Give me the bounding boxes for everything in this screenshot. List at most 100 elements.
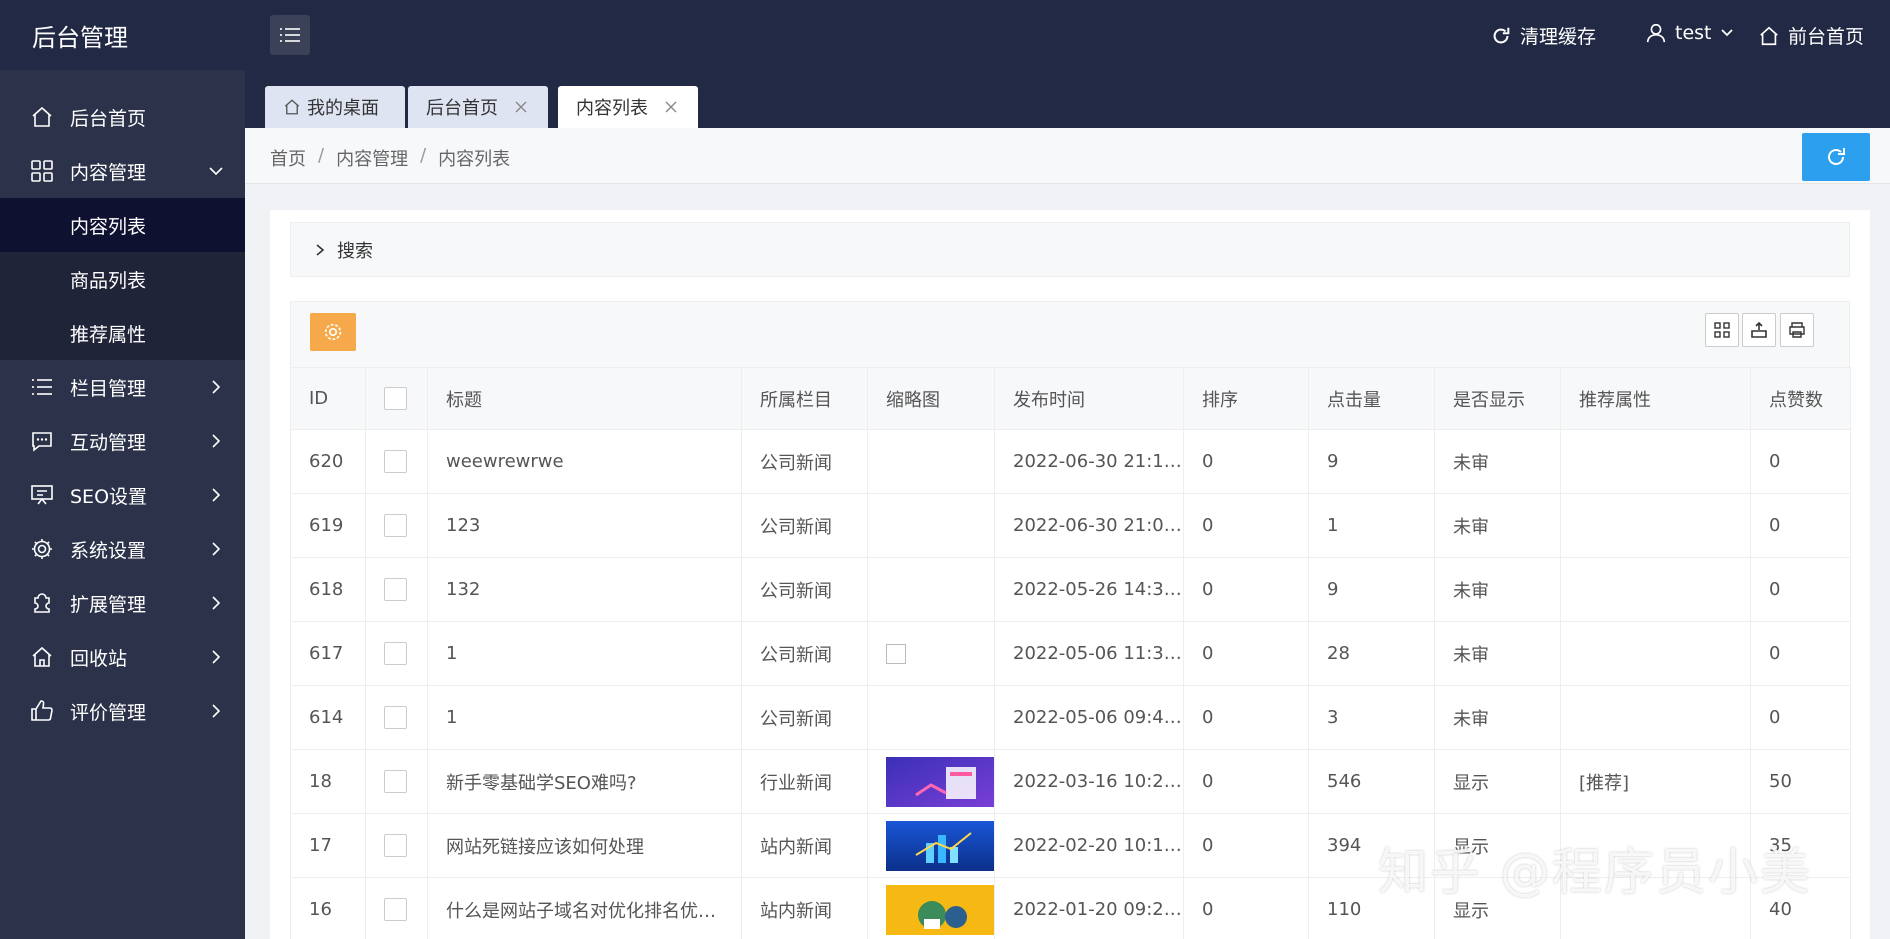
cell-id: 18 xyxy=(290,749,366,814)
breadcrumb-separator: / xyxy=(318,145,325,166)
close-icon[interactable] xyxy=(514,100,528,114)
row-checkbox[interactable] xyxy=(384,898,407,921)
close-icon[interactable] xyxy=(664,100,678,114)
print-button[interactable] xyxy=(1780,313,1814,347)
sidebar-item-content[interactable]: 内容管理 xyxy=(0,144,245,198)
table-row[interactable]: 619 123 公司新闻 2022-06-30 21:0… 0 1 未审 0 xyxy=(290,493,1851,558)
sidebar-item-product-list[interactable]: 商品列表 xyxy=(0,252,245,306)
clear-cache-button[interactable]: 清理缓存 xyxy=(1490,22,1596,49)
sidebar-item-label: 扩展管理 xyxy=(70,593,147,616)
thumbnail-image[interactable] xyxy=(886,756,994,807)
table-row[interactable]: 18 新手零基础学SEO难吗? 行业新闻 2022-03-16 10:2… 0 … xyxy=(290,749,1851,814)
breadcrumb: 首页 / 内容管理 / 内容列表 xyxy=(270,145,510,171)
cell-show: 未审 xyxy=(1434,685,1561,750)
menu-toggle-button[interactable] xyxy=(270,15,310,55)
cell-time: 2022-05-06 09:4… xyxy=(994,685,1184,750)
row-checkbox[interactable] xyxy=(384,642,407,665)
row-checkbox[interactable] xyxy=(384,514,407,537)
select-all-checkbox[interactable] xyxy=(384,387,407,410)
watermark: 知乎 @程序员小美 xyxy=(1378,843,1812,901)
cell-select xyxy=(365,813,428,878)
table-row[interactable]: 620 weewrewrwe 公司新闻 2022-06-30 21:1… 0 9… xyxy=(290,429,1851,494)
chevron-right-icon xyxy=(212,596,221,610)
sidebar-item-seo[interactable]: SEO设置 xyxy=(0,468,245,522)
user-menu[interactable]: test xyxy=(1645,22,1734,44)
frontend-home-link[interactable]: 前台首页 xyxy=(1758,22,1864,49)
cell-column: 公司新闻 xyxy=(741,429,868,494)
refresh-button[interactable] xyxy=(1802,133,1870,181)
cell-column: 站内新闻 xyxy=(741,877,868,939)
breadcrumb-home[interactable]: 首页 xyxy=(270,145,306,171)
table-row[interactable]: 618 132 公司新闻 2022-05-26 14:3… 0 9 未审 0 xyxy=(290,557,1851,622)
home-icon xyxy=(1760,26,1778,45)
row-checkbox[interactable] xyxy=(384,706,407,729)
sidebar-item-label: 系统设置 xyxy=(70,539,147,562)
cell-likes: 0 xyxy=(1750,685,1851,750)
list-icon xyxy=(280,28,300,42)
sidebar-item-label: 评价管理 xyxy=(70,701,147,724)
home-icon xyxy=(32,106,52,127)
sidebar-item-recommend-attr[interactable]: 推荐属性 xyxy=(0,306,245,360)
sidebar-item-content-list[interactable]: 内容列表 xyxy=(0,198,245,252)
cell-likes: 0 xyxy=(1750,429,1851,494)
sidebar-item-dashboard[interactable]: 后台首页 xyxy=(0,90,245,144)
cell-show: 显示 xyxy=(1434,749,1561,814)
cell-time: 2022-06-30 21:0… xyxy=(994,493,1184,558)
sidebar-item-reviews[interactable]: 评价管理 xyxy=(0,684,245,738)
cell-title: 网站死链接应该如何处理 xyxy=(427,813,742,878)
puzzle-icon xyxy=(34,593,50,613)
table-row[interactable]: 614 1 公司新闻 2022-05-06 09:4… 0 3 未审 0 xyxy=(290,685,1851,750)
presentation-icon xyxy=(31,485,53,505)
sidebar-item-extension[interactable]: 扩展管理 xyxy=(0,576,245,630)
cell-column: 行业新闻 xyxy=(741,749,868,814)
sidebar-item-system[interactable]: 系统设置 xyxy=(0,522,245,576)
thumbnail-image[interactable] xyxy=(886,884,994,935)
sidebar: 后台首页 内容管理 内容列表 商品列表 推荐属性 栏目管理 互动管理 SEO设置… xyxy=(0,70,245,939)
cell-likes: 50 xyxy=(1750,749,1851,814)
cell-show: 未审 xyxy=(1434,621,1561,686)
export-icon xyxy=(1751,321,1767,338)
column-header-time: 发布时间 xyxy=(994,367,1184,430)
refresh-icon xyxy=(1828,148,1845,165)
row-checkbox[interactable] xyxy=(384,450,407,473)
column-header-likes: 点赞数 xyxy=(1750,367,1851,430)
cell-select xyxy=(365,493,428,558)
columns-filter-button[interactable] xyxy=(1705,313,1739,347)
sidebar-item-interaction[interactable]: 互动管理 xyxy=(0,414,245,468)
sidebar-item-label: 内容管理 xyxy=(70,161,147,184)
settings-button[interactable] xyxy=(310,313,356,351)
breadcrumb-content[interactable]: 内容管理 xyxy=(336,145,408,171)
row-checkbox[interactable] xyxy=(384,770,407,793)
row-checkbox[interactable] xyxy=(384,578,407,601)
cell-select xyxy=(365,621,428,686)
cell-show: 未审 xyxy=(1434,557,1561,622)
sidebar-item-columns[interactable]: 栏目管理 xyxy=(0,360,245,414)
cell-recommend xyxy=(1560,557,1751,622)
column-header-recommend: 推荐属性 xyxy=(1560,367,1751,430)
cell-sort: 0 xyxy=(1183,813,1309,878)
chevron-right-icon xyxy=(212,434,221,448)
cell-likes: 0 xyxy=(1750,493,1851,558)
cell-title: 什么是网站子域名对优化排名优… xyxy=(427,877,742,939)
row-checkbox[interactable] xyxy=(384,834,407,857)
search-panel[interactable]: 搜索 xyxy=(290,222,1850,277)
cell-recommend xyxy=(1560,685,1751,750)
export-button[interactable] xyxy=(1742,313,1776,347)
cell-id: 17 xyxy=(290,813,366,878)
thumbs-up-icon xyxy=(31,700,53,721)
column-header-thumbnail: 缩略图 xyxy=(867,367,995,430)
tab-admin-home[interactable]: 后台首页 xyxy=(408,86,548,128)
table-row[interactable]: 617 1 公司新闻 2022-05-06 11:3… 0 28 未审 0 xyxy=(290,621,1851,686)
sidebar-item-label: 内容列表 xyxy=(70,215,147,238)
frontend-home-label: 前台首页 xyxy=(1788,26,1865,48)
tab-content-list[interactable]: 内容列表 xyxy=(558,86,698,128)
cell-thumbnail xyxy=(867,877,995,939)
tab-my-desktop[interactable]: 我的桌面 xyxy=(265,86,405,128)
thumbnail-image[interactable] xyxy=(886,820,994,871)
cell-show: 未审 xyxy=(1434,493,1561,558)
home-outline-icon xyxy=(32,646,52,667)
cell-column: 公司新闻 xyxy=(741,621,868,686)
refresh-icon xyxy=(1493,27,1510,43)
sidebar-item-recycle-bin[interactable]: 回收站 xyxy=(0,630,245,684)
chevron-down-icon xyxy=(209,167,223,176)
